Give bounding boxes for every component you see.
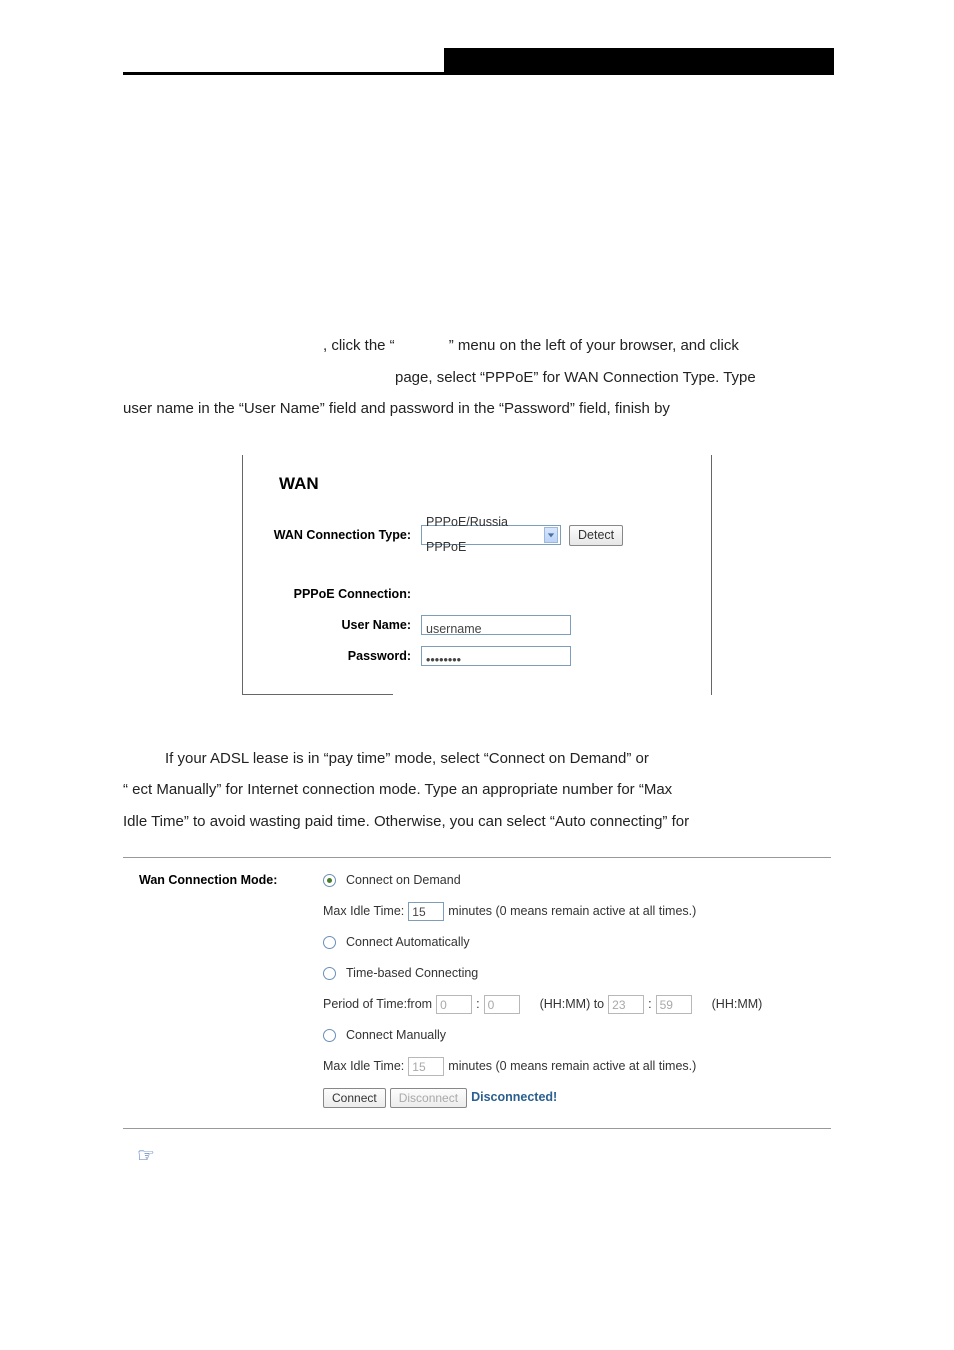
period-to-m[interactable]: 59 — [656, 995, 692, 1014]
max-idle-suffix-1: minutes (0 means remain active at all ti… — [448, 899, 696, 924]
max-idle-suffix-2: minutes (0 means remain active at all ti… — [448, 1054, 696, 1079]
period-from-m[interactable]: 0 — [484, 995, 520, 1014]
period-from-h[interactable]: 0 — [436, 995, 472, 1014]
max-idle-input-1[interactable]: 15 — [408, 902, 444, 921]
pppoe-heading: PPPoE Connection: — [261, 582, 421, 607]
wan-conn-mode-label: Wan Connection Mode: — [135, 868, 323, 893]
radio-connect-manually[interactable] — [323, 1029, 336, 1042]
header-black-bar — [444, 48, 834, 72]
wan-title: WAN — [261, 467, 693, 501]
wan-conn-type-label: WAN Connection Type: — [261, 523, 421, 548]
password-label: Password: — [261, 644, 421, 669]
max-idle-label-1: Max Idle Time: — [323, 899, 404, 924]
radio-connect-on-demand[interactable] — [323, 874, 336, 887]
max-idle-input-2[interactable]: 15 — [408, 1057, 444, 1076]
note-pointer-icon: ☞ — [137, 1143, 155, 1168]
detect-button[interactable]: Detect — [569, 525, 623, 546]
header-underline — [123, 72, 834, 75]
opt-connect-manually: Connect Manually — [346, 1023, 446, 1048]
period-suffix: (HH:MM) — [712, 992, 763, 1017]
wan-settings-figure: WAN WAN Connection Type: PPPoE/Russia PP… — [242, 455, 712, 695]
opt-connect-auto: Connect Automatically — [346, 930, 470, 955]
wan-connection-mode-figure: Wan Connection Mode: Connect on Demand M… — [123, 857, 831, 1129]
intro-paragraph: , click the “” menu on the left of your … — [123, 330, 831, 425]
mid-paragraph: If your ADSL lease is in “pay time” mode… — [123, 743, 831, 838]
chevron-down-icon — [544, 527, 558, 543]
connect-button[interactable]: Connect — [323, 1088, 386, 1108]
username-field[interactable]: username — [421, 615, 571, 635]
connection-status: Disconnected! — [471, 1085, 557, 1110]
opt-connect-on-demand: Connect on Demand — [346, 868, 461, 893]
wan-conn-type-select[interactable]: PPPoE/Russia PPPoE — [421, 525, 561, 545]
period-prefix: Period of Time:from — [323, 992, 432, 1017]
radio-connect-auto[interactable] — [323, 936, 336, 949]
radio-time-based[interactable] — [323, 967, 336, 980]
password-field[interactable]: •••••••• — [421, 646, 571, 666]
username-label: User Name: — [261, 613, 421, 638]
opt-time-based: Time-based Connecting — [346, 961, 478, 986]
disconnect-button[interactable]: Disconnect — [390, 1088, 467, 1108]
max-idle-label-2: Max Idle Time: — [323, 1054, 404, 1079]
period-mid: (HH:MM) to — [540, 992, 605, 1017]
period-to-h[interactable]: 23 — [608, 995, 644, 1014]
